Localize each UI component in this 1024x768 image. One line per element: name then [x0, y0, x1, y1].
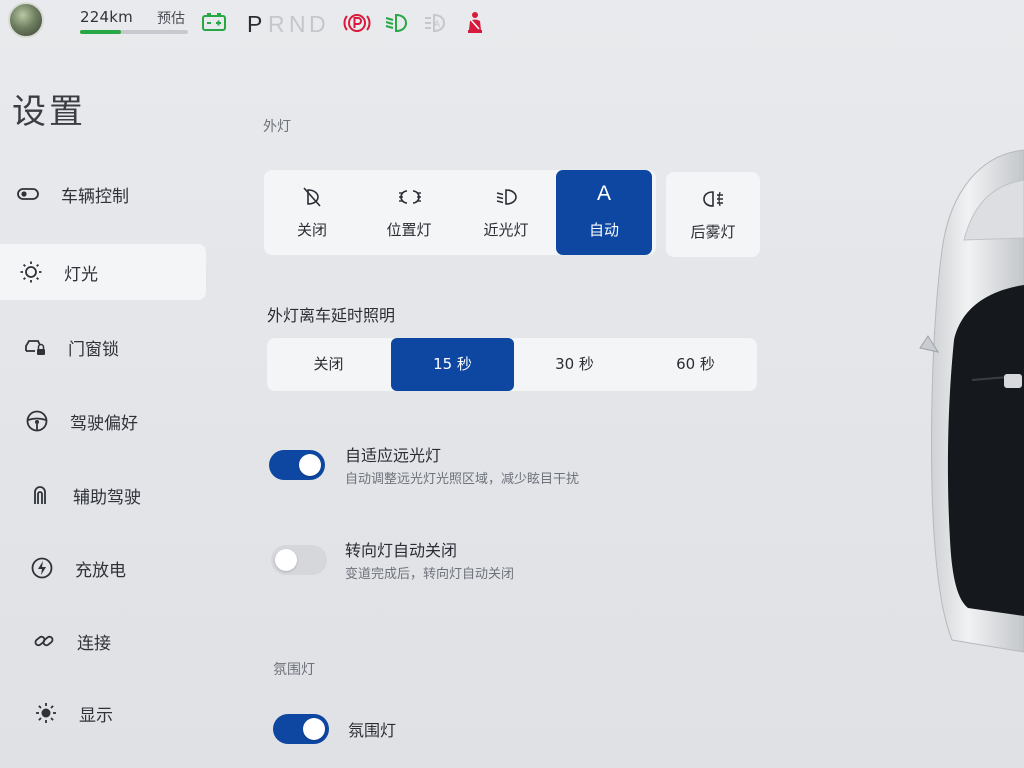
light-mode-off-button[interactable]: 关闭	[264, 170, 360, 255]
position-light-icon	[399, 190, 421, 204]
ambient-light-title: 氛围灯	[348, 721, 397, 740]
turn-signal-auto-off-title: 转向灯自动关闭	[345, 541, 458, 560]
battery-icon	[202, 13, 226, 31]
brightness-icon	[36, 703, 56, 723]
sidebar-item-connection[interactable]: 连接	[0, 613, 206, 669]
delay-60s-option[interactable]: 60 秒	[634, 338, 757, 391]
light-mode-low-beam-label: 近光灯	[483, 221, 529, 239]
avatar[interactable]	[8, 2, 44, 38]
sidebar-item-vehicle-control[interactable]: 车辆控制	[0, 166, 206, 222]
link-icon	[34, 635, 54, 647]
rear-fog-light-button[interactable]: 后雾灯	[666, 172, 760, 257]
sidebar-item-driving-preference[interactable]: 驾驶偏好	[0, 393, 206, 449]
sidebar-item-driver-assist[interactable]: 辅助驾驶	[0, 467, 206, 523]
gear-p: P	[247, 11, 263, 37]
adaptive-high-beam-toggle[interactable]	[269, 450, 325, 480]
auto-a-icon: A	[596, 182, 611, 205]
range-value: 224km	[80, 8, 133, 26]
rear-fog-light-label: 后雾灯	[690, 223, 736, 241]
sidebar-item-label: 充放电	[75, 561, 126, 581]
charging-bolt-icon	[31, 557, 53, 579]
car-lock-icon	[25, 340, 45, 355]
delay-off-option[interactable]: 关闭	[267, 338, 390, 391]
sun-outline-icon	[20, 261, 42, 283]
light-off-icon	[303, 187, 321, 207]
gear-n: N	[289, 11, 306, 37]
toggle-knob	[303, 718, 325, 740]
sidebar-item-label: 灯光	[64, 265, 98, 285]
gear-r: R	[268, 11, 285, 37]
delay-15s-option[interactable]: 15 秒	[391, 338, 514, 391]
light-mode-auto-label: 自动	[588, 221, 619, 239]
sidebar-item-lighting[interactable]: 灯光	[0, 244, 206, 300]
exterior-lights-section-label: 外灯	[263, 119, 291, 135]
settings-screen: 224km 预估 P R N D A 设置 车辆控制 灯光 门窗锁 驾驶偏好 辅…	[0, 0, 1024, 768]
exterior-light-mode-selector: 关闭 位置灯 近光灯 A 自动	[264, 170, 656, 255]
sidebar-item-label: 驾驶偏好	[70, 414, 138, 434]
adaptive-high-beam-title: 自适应远光灯	[345, 446, 442, 465]
sidebar-item-doors-locks[interactable]: 门窗锁	[0, 319, 206, 375]
auto-headlight-indicator-icon: A	[425, 13, 446, 33]
sidebar-item-label: 辅助驾驶	[73, 488, 141, 508]
delay-30s-option[interactable]: 30 秒	[513, 338, 636, 391]
low-beam-indicator-icon	[385, 13, 408, 33]
ambient-section-label: 氛围灯	[273, 662, 315, 678]
rear-fog-icon	[703, 191, 723, 207]
range-bar-fill	[80, 30, 122, 34]
low-beam-icon	[496, 189, 517, 205]
seatbelt-warning-icon	[468, 12, 482, 33]
page-title: 设置	[12, 92, 86, 132]
assist-drive-icon	[34, 486, 46, 504]
sidebar-item-display[interactable]: 显示	[0, 685, 206, 741]
turn-signal-auto-off-toggle[interactable]	[271, 545, 327, 575]
status-bar: 224km 预估 P R N D A	[0, 0, 1024, 52]
sidebar-item-charging[interactable]: 充放电	[0, 540, 206, 596]
range-bar	[80, 30, 188, 34]
sidebar-item-label: 车辆控制	[61, 187, 129, 207]
vehicle-render	[919, 149, 1024, 653]
light-mode-position-button[interactable]: 位置灯	[361, 170, 457, 255]
steering-wheel-icon	[26, 410, 48, 432]
exit-delay-selector: 关闭 15 秒 30 秒 60 秒	[267, 338, 757, 391]
sidebar-item-label: 显示	[79, 706, 113, 726]
sidebar-item-label: 门窗锁	[68, 340, 119, 360]
light-mode-low-beam-button[interactable]: 近光灯	[458, 170, 554, 255]
parking-brake-icon	[343, 14, 371, 32]
light-mode-off-label: 关闭	[296, 221, 327, 239]
sidebar: 设置 车辆控制 灯光 门窗锁 驾驶偏好 辅助驾驶 充放电 连接 显示	[0, 60, 210, 768]
toggle-knob	[299, 454, 321, 476]
svg-text:A: A	[434, 19, 440, 29]
toggle-knob	[275, 549, 297, 571]
toggle-icon	[17, 188, 39, 200]
ambient-light-toggle[interactable]	[273, 714, 329, 744]
adaptive-high-beam-subtitle: 自动调整远光灯光照区域，减少眩目干扰	[345, 472, 580, 487]
turn-signal-auto-off-subtitle: 变道完成后，转向灯自动关闭	[345, 567, 515, 582]
sidebar-item-label: 连接	[77, 634, 111, 654]
light-mode-auto-button[interactable]: A 自动	[556, 170, 652, 255]
range-label: 预估	[157, 11, 185, 27]
exit-delay-lighting-title: 外灯离车延时照明	[267, 306, 396, 325]
light-mode-position-label: 位置灯	[386, 221, 432, 239]
gear-d: D	[309, 11, 326, 37]
